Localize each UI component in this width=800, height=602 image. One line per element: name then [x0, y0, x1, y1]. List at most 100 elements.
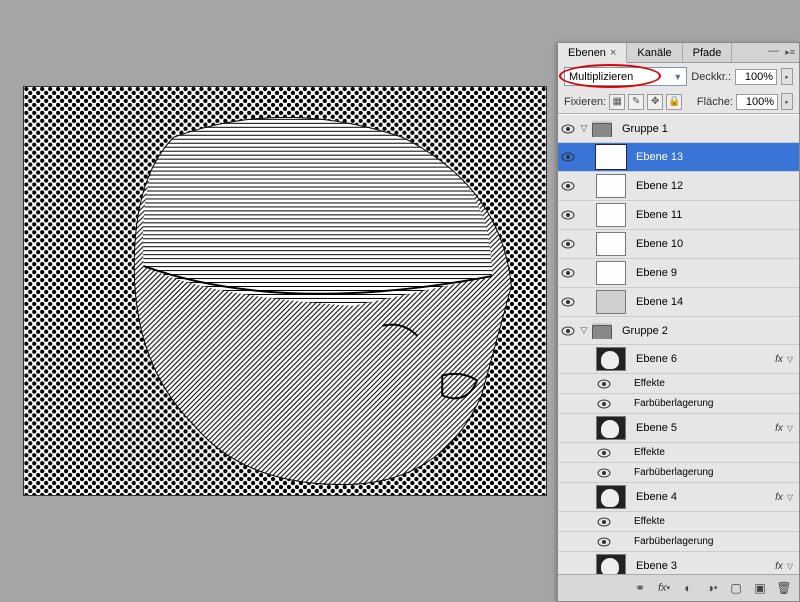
folder-thumb: [592, 121, 612, 137]
layer-row[interactable]: Ebene 3fx ▽: [558, 552, 799, 574]
effect-row[interactable]: Farbüberlagerung: [558, 394, 799, 414]
layer-thumb[interactable]: [596, 485, 626, 509]
visibility-icon[interactable]: [594, 517, 614, 527]
layer-group[interactable]: ▽ Gruppe 2: [558, 317, 799, 345]
layer-thumb[interactable]: [596, 145, 626, 169]
fx-expand-icon[interactable]: ▽: [787, 424, 793, 433]
lock-transparency-icon[interactable]: ▦: [609, 94, 625, 110]
visibility-icon[interactable]: [594, 537, 614, 547]
effect-name: Effekte: [630, 516, 799, 527]
lock-brush-icon[interactable]: ✎: [628, 94, 644, 110]
visibility-icon[interactable]: [558, 297, 578, 307]
layer-row[interactable]: Ebene 4fx ▽: [558, 483, 799, 512]
mask-icon[interactable]: ◐: [677, 579, 699, 597]
tab-channels[interactable]: Kanäle: [627, 43, 682, 62]
adjustment-icon[interactable]: ◑▾: [701, 579, 723, 597]
layer-row[interactable]: Ebene 5fx ▽: [558, 414, 799, 443]
layer-row[interactable]: Ebene 14: [558, 288, 799, 317]
layer-name[interactable]: Ebene 13: [632, 151, 799, 163]
visibility-icon[interactable]: [558, 181, 578, 191]
blend-mode-select[interactable]: Multiplizieren▼: [564, 67, 687, 86]
opacity-input[interactable]: 100%: [735, 69, 777, 85]
layer-name[interactable]: Ebene 3: [632, 560, 775, 572]
layer-name[interactable]: Ebene 14: [632, 296, 799, 308]
layer-thumb[interactable]: [596, 347, 626, 371]
effect-name: Effekte: [630, 447, 799, 458]
fx-badge[interactable]: fx: [775, 354, 783, 365]
visibility-icon[interactable]: [594, 448, 614, 458]
folder-thumb: [592, 323, 612, 339]
layer-row[interactable]: Ebene 13: [558, 143, 799, 172]
layer-thumb[interactable]: [596, 416, 626, 440]
tab-close-icon[interactable]: ×: [610, 47, 616, 59]
tab-layers[interactable]: Ebenen×: [558, 43, 627, 63]
expand-icon[interactable]: ▽: [578, 123, 590, 134]
fx-expand-icon[interactable]: ▽: [787, 355, 793, 364]
layer-name[interactable]: Ebene 6: [632, 353, 775, 365]
layer-name[interactable]: Ebene 11: [632, 209, 799, 221]
lock-label: Fixieren:: [564, 96, 606, 108]
trash-icon[interactable]: 🗑: [773, 579, 795, 597]
layer-row[interactable]: Ebene 6fx ▽: [558, 345, 799, 374]
layer-thumb[interactable]: [596, 290, 626, 314]
opacity-label: Deckkr.:: [691, 71, 731, 83]
group-name[interactable]: Gruppe 2: [618, 325, 799, 337]
fill-input[interactable]: 100%: [736, 94, 778, 110]
lock-move-icon[interactable]: ✥: [647, 94, 663, 110]
tab-paths[interactable]: Pfade: [683, 43, 733, 62]
layer-row[interactable]: Ebene 10: [558, 230, 799, 259]
layer-name[interactable]: Ebene 5: [632, 422, 775, 434]
effect-row[interactable]: Effekte: [558, 512, 799, 532]
effect-row[interactable]: Farbüberlagerung: [558, 532, 799, 552]
fx-badge[interactable]: fx: [775, 423, 783, 434]
visibility-icon[interactable]: [558, 239, 578, 249]
layer-name[interactable]: Ebene 12: [632, 180, 799, 192]
expand-icon[interactable]: ▽: [578, 325, 590, 336]
fill-flyout[interactable]: ▸: [781, 93, 793, 110]
opacity-flyout[interactable]: ▸: [781, 68, 793, 85]
layer-thumb[interactable]: [596, 174, 626, 198]
effect-name: Farbüberlagerung: [630, 536, 799, 547]
fill-label: Fläche:: [697, 96, 733, 108]
visibility-icon[interactable]: [594, 468, 614, 478]
new-layer-icon[interactable]: ▣: [749, 579, 771, 597]
fx-badge[interactable]: fx: [775, 561, 783, 572]
panel-tabs: Ebenen× Kanäle Pfade — ▸≡: [558, 43, 799, 63]
fx-icon[interactable]: fx▾: [653, 579, 675, 597]
layer-thumb[interactable]: [596, 261, 626, 285]
link-icon[interactable]: ⚭: [629, 579, 651, 597]
visibility-icon[interactable]: [558, 326, 578, 336]
effect-name: Farbüberlagerung: [630, 398, 799, 409]
visibility-icon[interactable]: [594, 399, 614, 409]
layer-name[interactable]: Ebene 4: [632, 491, 775, 503]
layer-row[interactable]: Ebene 11: [558, 201, 799, 230]
lock-all-icon[interactable]: 🔒: [666, 94, 682, 110]
fx-expand-icon[interactable]: ▽: [787, 493, 793, 502]
effect-name: Farbüberlagerung: [630, 467, 799, 478]
layer-name[interactable]: Ebene 9: [632, 267, 799, 279]
effect-row[interactable]: Effekte: [558, 443, 799, 463]
group-name[interactable]: Gruppe 1: [618, 123, 799, 135]
effect-row[interactable]: Farbüberlagerung: [558, 463, 799, 483]
visibility-icon[interactable]: [558, 268, 578, 278]
minimize-icon[interactable]: —: [768, 45, 779, 57]
panel-menu-icon[interactable]: ▸≡: [785, 47, 795, 58]
chevron-down-icon: ▼: [673, 72, 682, 82]
layer-list[interactable]: ▽ Gruppe 1 Ebene 13 Ebene 12 Ebene 11 Ebene 1…: [558, 114, 799, 574]
layer-thumb[interactable]: [596, 232, 626, 256]
layer-row[interactable]: Ebene 9: [558, 259, 799, 288]
layer-thumb[interactable]: [596, 203, 626, 227]
layer-group[interactable]: ▽ Gruppe 1: [558, 115, 799, 143]
visibility-icon[interactable]: [558, 124, 578, 134]
effect-row[interactable]: Effekte: [558, 374, 799, 394]
layer-row[interactable]: Ebene 12: [558, 172, 799, 201]
visibility-icon[interactable]: [558, 210, 578, 220]
layer-thumb[interactable]: [596, 554, 626, 574]
fx-badge[interactable]: fx: [775, 492, 783, 503]
folder-icon[interactable]: ▢: [725, 579, 747, 597]
visibility-icon[interactable]: [558, 152, 578, 162]
layer-name[interactable]: Ebene 10: [632, 238, 799, 250]
artwork-svg: [24, 87, 546, 495]
visibility-icon[interactable]: [594, 379, 614, 389]
fx-expand-icon[interactable]: ▽: [787, 562, 793, 571]
